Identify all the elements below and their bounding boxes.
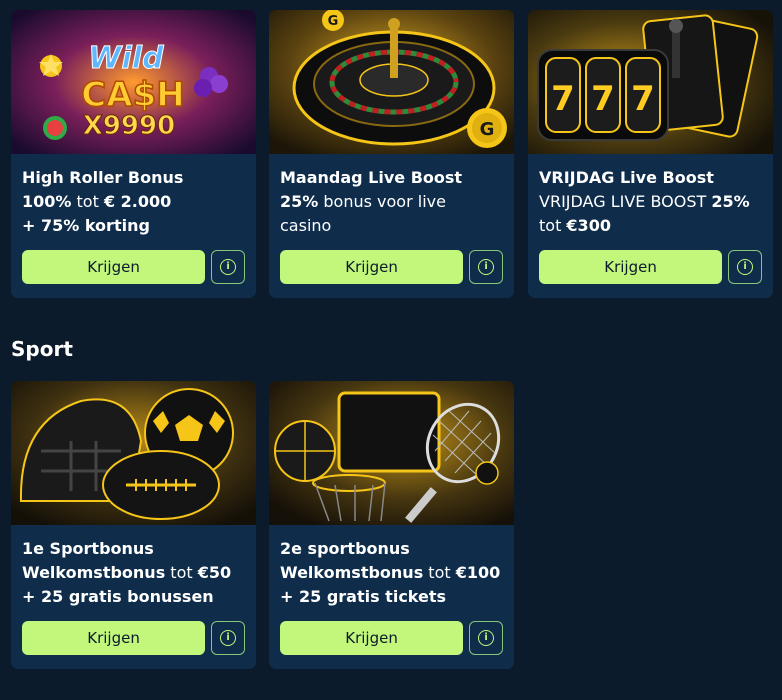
claim-button[interactable]: Krijgen — [22, 250, 206, 284]
svg-text:Wild: Wild — [88, 41, 164, 76]
info-icon: i — [220, 630, 237, 646]
roulette-image[interactable]: G G — [269, 10, 514, 154]
description-line1: Welkomstbonus tot €50 — [22, 561, 245, 585]
card-title: Maandag Live Boost — [280, 168, 463, 187]
info-button[interactable]: i — [728, 250, 762, 284]
description-segment: 100% — [22, 192, 72, 211]
basketball-tennis-image[interactable] — [269, 381, 514, 525]
description-segment: €50 — [197, 563, 232, 582]
card-description: 100% tot € 2.000 + 75% korting — [22, 190, 245, 238]
description-segment: €100 — [455, 563, 501, 582]
description-segment: tot — [423, 563, 456, 582]
description-segment: €300 — [566, 216, 611, 235]
description-line2: + 75% korting — [22, 214, 245, 238]
description-segment: casino — [280, 216, 332, 235]
claim-button[interactable]: Krijgen — [22, 621, 206, 655]
info-button[interactable]: i — [211, 250, 245, 284]
svg-text:CA$H: CA$H — [81, 75, 184, 115]
description-line2: + 25 gratis tickets — [280, 585, 503, 609]
description-segment: Welkomstbonus — [22, 563, 166, 582]
claim-button[interactable]: Krijgen — [280, 621, 464, 655]
info-button[interactable]: i — [469, 621, 503, 655]
slot-illustration: Wild CA$H X9990 — [11, 10, 256, 154]
claim-button[interactable]: Krijgen — [280, 250, 464, 284]
card-description: 25% bonus voor live casino — [280, 190, 503, 238]
info-icon: i — [478, 259, 495, 275]
sports-illustration — [11, 381, 256, 525]
description-line1: 25% bonus voor live — [280, 190, 503, 214]
bonus-card: Wild CA$H X9990 High Roller Bonus 100% t… — [11, 10, 256, 298]
description-segment: 25% — [711, 192, 750, 211]
description-segment: tot — [539, 216, 567, 235]
bonus-card: 1e Sportbonus Welkomstbonus tot €50 + 25 … — [11, 381, 256, 669]
description-segment: 25% — [280, 192, 319, 211]
description-line2: casino — [280, 214, 503, 238]
card-title: 2e sportbonus — [280, 539, 410, 558]
info-button[interactable]: i — [211, 621, 245, 655]
section-title-sport: Sport — [11, 337, 73, 361]
description-segment: VRIJDAG LIVE BOOST — [539, 192, 712, 211]
svg-text:7: 7 — [551, 79, 575, 119]
777-slot-illustration: 7 7 7 — [528, 10, 773, 154]
description-segment: + 75% korting — [22, 216, 150, 235]
card-description: VRIJDAG LIVE BOOST 25% tot €300 — [539, 190, 762, 238]
svg-text:7: 7 — [591, 79, 615, 119]
bonus-card: G G Maandag Live Boost 25% bonus voor li… — [269, 10, 514, 298]
description-segment: + 25 gratis tickets — [280, 587, 447, 606]
info-icon: i — [220, 259, 237, 275]
card-title: High Roller Bonus — [22, 168, 184, 187]
sports-balls-image[interactable] — [11, 381, 256, 525]
info-icon: i — [478, 630, 495, 646]
svg-text:G: G — [328, 14, 339, 29]
bonus-card: 2e sportbonus Welkomstbonus tot €100 + 25… — [269, 381, 514, 669]
description-segment: tot — [71, 192, 104, 211]
description-segment: bonus voor live — [318, 192, 446, 211]
slot-777-image[interactable]: 7 7 7 — [528, 10, 773, 154]
description-line1: Welkomstbonus tot €100 — [280, 561, 503, 585]
wild-cash-slot-image[interactable]: Wild CA$H X9990 — [11, 10, 256, 154]
bonus-card: 7 7 7 VRIJDAG Live Boost VRIJDAG LIVE BO… — [528, 10, 773, 298]
description-line2: tot €300 — [539, 214, 762, 238]
card-title: VRIJDAG Live Boost — [539, 168, 714, 187]
card-description: Welkomstbonus tot €100 + 25 gratis ticket… — [280, 561, 503, 609]
description-line2: + 25 gratis bonussen — [22, 585, 245, 609]
svg-text:X9990: X9990 — [83, 111, 175, 141]
description-line1: VRIJDAG LIVE BOOST 25% — [539, 190, 762, 214]
description-segment: Welkomstbonus — [280, 563, 424, 582]
description-segment: tot — [165, 563, 198, 582]
svg-text:G: G — [480, 119, 495, 140]
info-icon: i — [737, 259, 754, 275]
card-description: Welkomstbonus tot €50 + 25 gratis bonusse… — [22, 561, 245, 609]
description-segment: € 2.000 — [103, 192, 172, 211]
claim-button[interactable]: Krijgen — [539, 250, 723, 284]
card-title: 1e Sportbonus — [22, 539, 154, 558]
svg-text:7: 7 — [631, 79, 655, 119]
description-segment: + 25 gratis bonussen — [22, 587, 214, 606]
description-line1: 100% tot € 2.000 — [22, 190, 245, 214]
roulette-illustration: G G — [269, 10, 514, 154]
info-button[interactable]: i — [469, 250, 503, 284]
basketball-tennis-illustration — [269, 381, 514, 525]
